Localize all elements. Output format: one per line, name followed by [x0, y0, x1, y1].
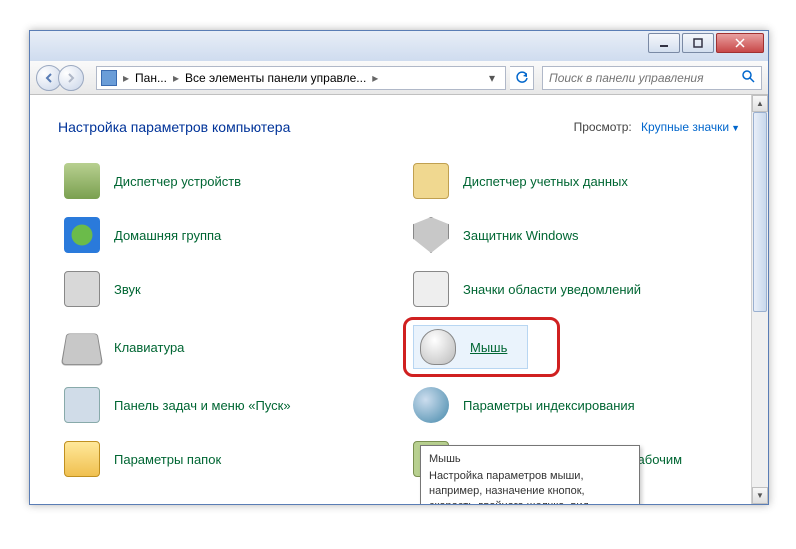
sound-icon — [64, 271, 100, 307]
address-dropdown-icon[interactable]: ▾ — [483, 71, 501, 85]
item-label: Мышь — [470, 340, 507, 355]
mouse-icon — [420, 329, 456, 365]
tooltip-body: Настройка параметров мыши, например, наз… — [429, 469, 631, 504]
address-bar[interactable]: ▸ Пан... ▸ Все элементы панели управле..… — [96, 66, 506, 90]
breadcrumb-segment[interactable]: Все элементы панели управле... — [181, 71, 370, 85]
item-label: Панель задач и меню «Пуск» — [114, 398, 291, 413]
breadcrumb-separator-icon: ▸ — [171, 71, 181, 85]
item-label: Клавиатура — [114, 340, 184, 355]
indexing-icon — [413, 387, 449, 423]
forward-button[interactable] — [58, 65, 84, 91]
breadcrumb-separator-icon: ▸ — [370, 71, 380, 85]
item-device-manager[interactable]: Диспетчер устройств — [58, 159, 391, 203]
close-button[interactable] — [716, 33, 764, 53]
search-box[interactable] — [542, 66, 762, 90]
item-defender[interactable]: Защитник Windows — [407, 213, 740, 257]
search-icon[interactable] — [741, 69, 755, 86]
titlebar — [30, 31, 768, 61]
search-input[interactable] — [549, 71, 741, 85]
taskbar-icon — [64, 387, 100, 423]
item-label: Параметры папок — [114, 452, 221, 467]
notification-icons-icon — [413, 271, 449, 307]
item-label: Диспетчер учетных данных — [463, 174, 628, 189]
homegroup-icon — [64, 217, 100, 253]
breadcrumb-segment[interactable]: Пан... — [131, 71, 171, 85]
item-sound[interactable]: Звук — [58, 267, 391, 311]
item-label: Звук — [114, 282, 141, 297]
content-header: Настройка параметров компьютера Просмотр… — [58, 119, 740, 135]
view-selector: Просмотр: Крупные значки▼ — [574, 120, 740, 134]
scroll-up-button[interactable]: ▲ — [752, 95, 768, 112]
control-panel-icon — [101, 70, 117, 86]
breadcrumb-separator-icon: ▸ — [121, 71, 131, 85]
item-notification-icons[interactable]: Значки области уведомлений — [407, 267, 740, 311]
maximize-button[interactable] — [682, 33, 714, 53]
defender-icon — [413, 217, 449, 253]
refresh-button[interactable] — [510, 66, 534, 90]
item-credential-manager[interactable]: Диспетчер учетных данных — [407, 159, 740, 203]
item-taskbar[interactable]: Панель задач и меню «Пуск» — [58, 383, 391, 427]
item-label: Значки области уведомлений — [463, 282, 641, 297]
keyboard-icon — [61, 333, 103, 365]
item-homegroup[interactable]: Домашняя группа — [58, 213, 391, 257]
item-label: Домашняя группа — [114, 228, 221, 243]
item-label: Диспетчер устройств — [114, 174, 241, 189]
item-folder-options[interactable]: Параметры папок — [58, 437, 391, 481]
chevron-down-icon: ▼ — [731, 123, 740, 133]
navbar: ▸ Пан... ▸ Все элементы панели управле..… — [30, 61, 768, 95]
device-manager-icon — [64, 163, 100, 199]
nav-back-forward — [36, 64, 92, 92]
credential-manager-icon — [413, 163, 449, 199]
scrollbar[interactable]: ▲ ▼ — [751, 95, 768, 504]
scroll-down-button[interactable]: ▼ — [752, 487, 768, 504]
folder-options-icon — [64, 441, 100, 477]
item-indexing[interactable]: Параметры индексирования — [407, 383, 740, 427]
window: ▸ Пан... ▸ Все элементы панели управле..… — [29, 30, 769, 505]
items-grid: Диспетчер устройств Диспетчер учетных да… — [58, 159, 740, 481]
view-label: Просмотр: — [574, 120, 632, 134]
item-label: Параметры индексирования — [463, 398, 635, 413]
minimize-button[interactable] — [648, 33, 680, 53]
item-mouse[interactable]: Мышь — [407, 321, 740, 373]
view-dropdown[interactable]: Крупные значки▼ — [641, 120, 740, 134]
content-area: Настройка параметров компьютера Просмотр… — [30, 95, 768, 504]
item-label: Защитник Windows — [463, 228, 578, 243]
scroll-thumb[interactable] — [753, 112, 767, 312]
tooltip: Мышь Настройка параметров мыши, например… — [420, 445, 640, 504]
item-keyboard[interactable]: Клавиатура — [58, 321, 391, 373]
tooltip-title: Мышь — [429, 452, 631, 467]
page-title: Настройка параметров компьютера — [58, 119, 290, 135]
